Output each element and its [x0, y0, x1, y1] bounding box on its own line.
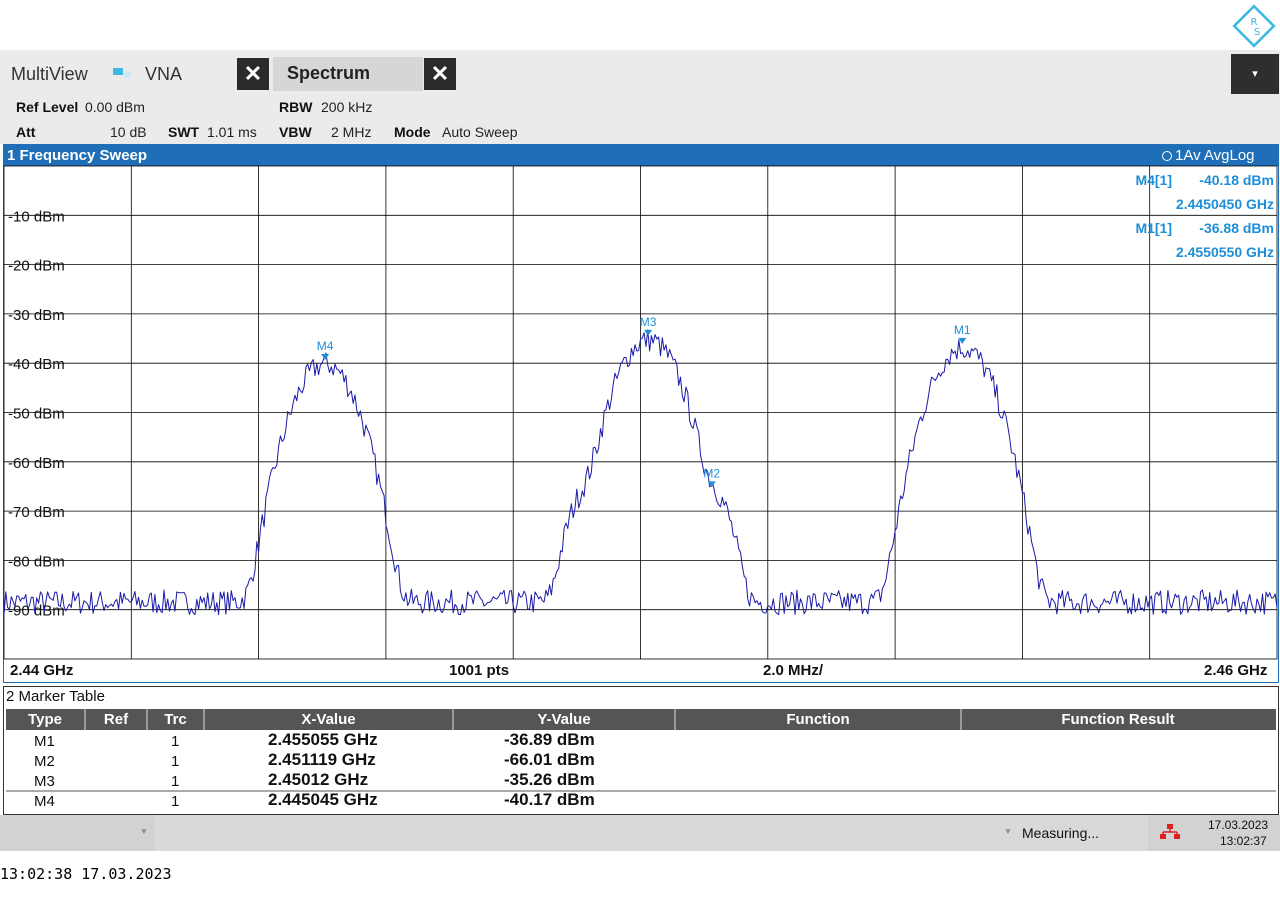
- cell-y-value: -36.89 dBm: [504, 730, 595, 749]
- cell-trc: 1: [171, 733, 180, 750]
- table-row[interactable]: M2 1 2.451119 GHz -66.01 dBm: [6, 750, 1276, 770]
- network-icon[interactable]: [1160, 824, 1180, 845]
- cell-trc: 1: [171, 753, 180, 770]
- cell-type: M4: [34, 793, 55, 810]
- cell-x-value: 2.451119 GHz: [268, 750, 376, 769]
- table-row[interactable]: M4 1 2.445045 GHz -40.17 dBm: [6, 790, 1276, 810]
- chevron-down-icon[interactable]: ▼: [1004, 827, 1012, 836]
- cell-type: M3: [34, 773, 55, 790]
- cell-x-value: 2.445045 GHz: [268, 790, 378, 809]
- status-time: 13:02:37: [1220, 834, 1267, 848]
- cell-type: M2: [34, 753, 55, 770]
- table-row[interactable]: M3 1 2.45012 GHz -35.26 dBm: [6, 770, 1276, 790]
- status-segment-left[interactable]: [0, 815, 155, 851]
- cell-type: M1: [34, 733, 55, 750]
- cell-y-value: -66.01 dBm: [504, 750, 595, 769]
- screenshot-timestamp: 13:02:38 17.03.2023: [0, 865, 172, 883]
- cell-trc: 1: [171, 793, 180, 810]
- status-date: 17.03.2023: [1208, 818, 1269, 832]
- cell-y-value: -35.26 dBm: [504, 770, 595, 789]
- cell-x-value: 2.45012 GHz: [268, 770, 369, 789]
- table-row[interactable]: M1 1 2.455055 GHz -36.89 dBm: [6, 730, 1276, 750]
- measuring-status: Measuring...: [1022, 825, 1100, 841]
- cell-y-value: -40.17 dBm: [504, 790, 595, 809]
- cell-trc: 1: [171, 773, 180, 790]
- cell-x-value: 2.455055 GHz: [268, 730, 378, 749]
- chevron-down-icon[interactable]: ▼: [140, 827, 148, 836]
